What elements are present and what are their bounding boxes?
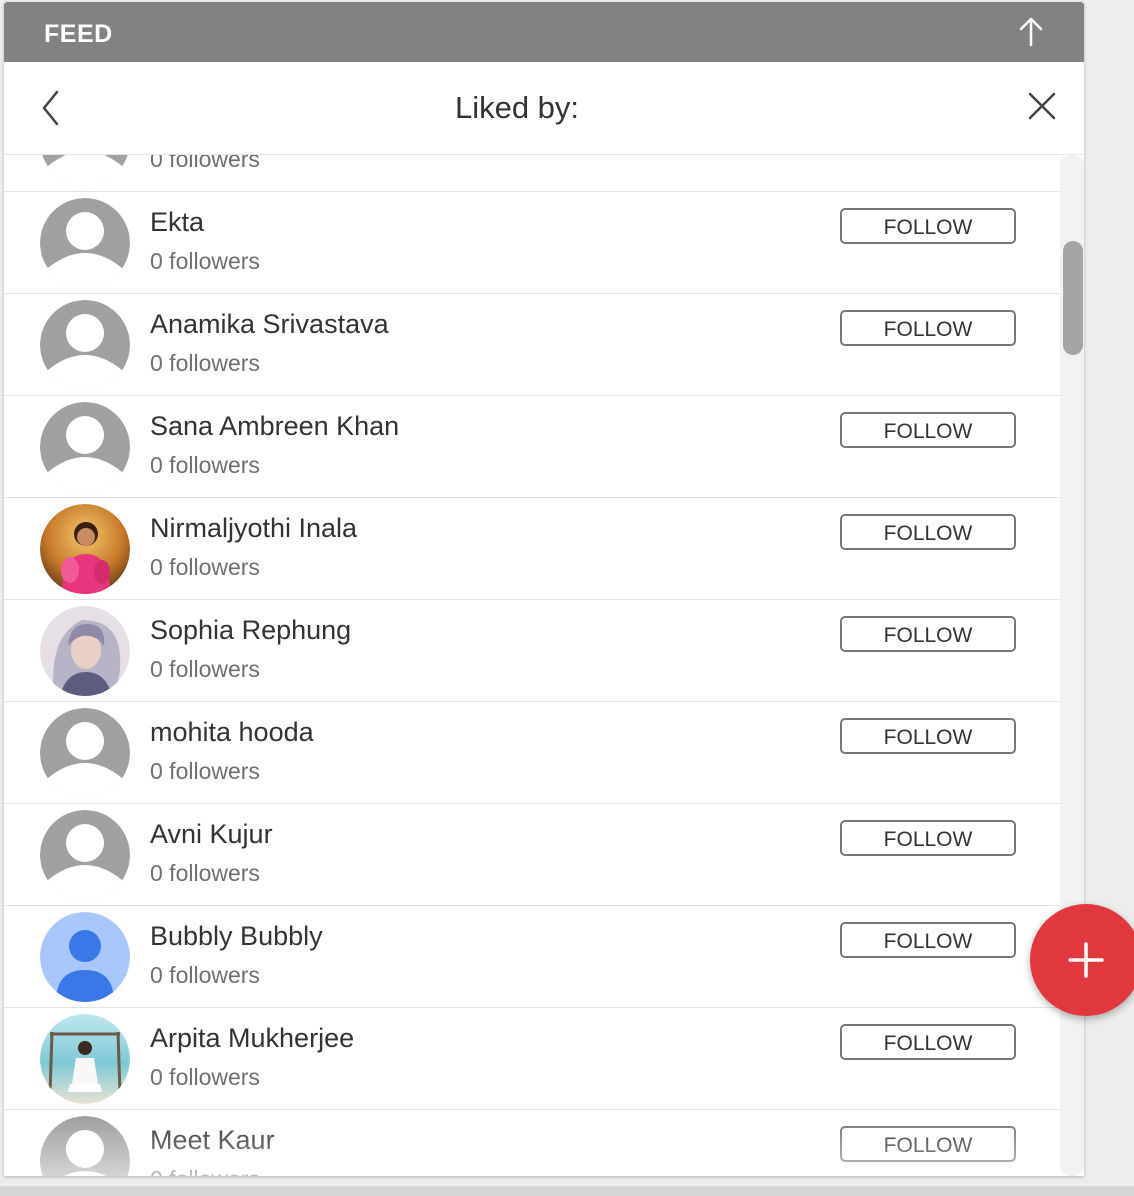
default-avatar-icon: [40, 198, 130, 288]
plus-icon: [1068, 942, 1104, 978]
user-name[interactable]: Sana Ambreen Khan: [150, 410, 399, 442]
follower-count: 0 followers: [150, 860, 260, 886]
follow-button[interactable]: FOLLOW: [840, 718, 1016, 754]
follow-button[interactable]: FOLLOW: [840, 208, 1016, 244]
list-item[interactable]: Sana Ambreen Khan 0 followers FOLLOW: [4, 396, 1060, 498]
user-name[interactable]: Nirmaljyothi Inala: [150, 512, 357, 544]
close-icon[interactable]: [1024, 88, 1060, 124]
user-photo-avatar: [40, 504, 130, 594]
list-item[interactable]: Avni Kujur 0 followers FOLLOW: [4, 804, 1060, 906]
follower-count: 0 followers: [150, 554, 260, 580]
follow-button[interactable]: FOLLOW: [840, 514, 1016, 550]
follower-count: 0 followers: [150, 248, 260, 274]
follower-count: 0 followers: [150, 656, 260, 682]
default-avatar-icon: [40, 402, 130, 492]
user-photo-avatar: [40, 606, 130, 696]
follower-count: 0 followers: [150, 758, 260, 784]
user-name[interactable]: mohita hooda: [150, 716, 314, 748]
follow-button[interactable]: FOLLOW: [840, 1024, 1016, 1060]
user-name[interactable]: Meet Kaur: [150, 1124, 275, 1156]
list-item[interactable]: Nirmaljyothi Inala 0 followers FOLLOW: [4, 498, 1060, 600]
default-avatar-icon: [40, 155, 130, 186]
dialog-header: Liked by:: [4, 62, 1084, 155]
follow-button[interactable]: FOLLOW: [840, 310, 1016, 346]
add-post-button[interactable]: [1030, 904, 1134, 1016]
user-name[interactable]: Arpita Mukherjee: [150, 1022, 354, 1054]
follower-count: 0 followers: [150, 350, 260, 376]
default-avatar-icon: [40, 708, 130, 798]
list-item[interactable]: Meet Kaur 0 followers FOLLOW: [4, 1110, 1060, 1176]
follower-count: 0 followers: [150, 1165, 260, 1176]
arrow-up-icon[interactable]: [1016, 16, 1046, 48]
follow-button[interactable]: FOLLOW: [840, 616, 1016, 652]
follow-button[interactable]: FOLLOW: [840, 412, 1016, 448]
dialog-title: Liked by:: [454, 90, 580, 125]
user-name[interactable]: Anamika Srivastava: [150, 308, 389, 340]
user-photo-avatar: [40, 1014, 130, 1104]
liked-by-list[interactable]: 0 followers Ekta 0 followers FOLLOW Anam…: [4, 155, 1060, 1176]
follower-count: 0 followers: [150, 1064, 260, 1090]
feed-bar: FEED: [4, 2, 1084, 62]
default-avatar-icon: [40, 810, 130, 900]
follow-button[interactable]: FOLLOW: [840, 1126, 1016, 1162]
user-name[interactable]: Bubbly Bubbly: [150, 920, 323, 952]
default-avatar-icon: [40, 300, 130, 390]
user-name[interactable]: Sophia Rephung: [150, 614, 351, 646]
feed-title: FEED: [44, 20, 113, 48]
list-item[interactable]: Ekta 0 followers FOLLOW: [4, 192, 1060, 294]
list-item[interactable]: Bubbly Bubbly 0 followers FOLLOW: [4, 906, 1060, 1008]
user-name[interactable]: Avni Kujur: [150, 818, 273, 850]
blue-person-avatar-icon: [40, 912, 130, 1002]
follow-button[interactable]: FOLLOW: [840, 922, 1016, 958]
window-bottom-edge: [0, 1186, 1134, 1196]
list-item[interactable]: mohita hooda 0 followers FOLLOW: [4, 702, 1060, 804]
list-item[interactable]: Arpita Mukherjee 0 followers FOLLOW: [4, 1008, 1060, 1110]
liked-by-panel: FEED Liked by: 0 followers Ekta 0 follow…: [4, 2, 1084, 1176]
follower-count: 0 followers: [150, 155, 260, 172]
follower-count: 0 followers: [150, 452, 260, 478]
list-item[interactable]: 0 followers: [4, 155, 1060, 192]
list-item[interactable]: Anamika Srivastava 0 followers FOLLOW: [4, 294, 1060, 396]
user-name[interactable]: Ekta: [150, 206, 204, 238]
default-avatar-icon: [40, 1116, 130, 1176]
follow-button[interactable]: FOLLOW: [840, 820, 1016, 856]
follower-count: 0 followers: [150, 962, 260, 988]
list-item[interactable]: Sophia Rephung 0 followers FOLLOW: [4, 600, 1060, 702]
scrollbar-thumb[interactable]: [1063, 241, 1083, 355]
scrollbar-track[interactable]: [1060, 155, 1084, 1176]
